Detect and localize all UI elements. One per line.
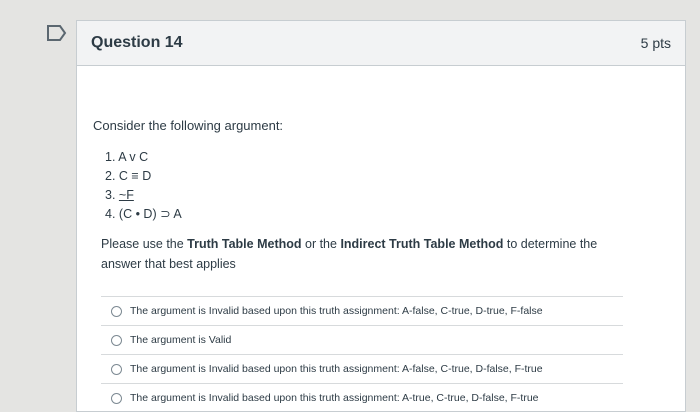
question-instructions: Please use the Truth Table Method or the… [101,234,621,274]
question-title: Question 14 [91,34,183,51]
premise-text: C ≡ D [118,169,152,183]
question-card: Question 14 5 pts Consider the following… [76,20,686,412]
premise-2: 2. C ≡ D [105,167,182,186]
premise-1: 1. A v C [105,148,182,167]
answer-option-3[interactable]: The argument is Invalid based upon this … [101,354,623,383]
premise-number: 3. [105,188,116,202]
radio-button[interactable] [111,334,122,346]
radio-button[interactable] [111,305,122,317]
premise-number: 1. [105,150,116,164]
answer-label: The argument is Valid [130,334,232,346]
instruction-bold-text: Truth Table Method [187,237,302,251]
premise-3: 3. ~F [105,186,182,205]
answer-label: The argument is Invalid based upon this … [130,392,539,404]
answer-option-1[interactable]: The argument is Invalid based upon this … [101,296,623,325]
premise-text: (C • D) ⊃ A [118,207,182,221]
question-intro: Consider the following argument: [93,118,284,133]
premise-text: ~F [118,188,134,202]
premise-list: 1. A v C 2. C ≡ D 3. ~F 4. (C • D) ⊃ A [105,148,182,224]
answer-label: The argument is Invalid based upon this … [130,363,543,375]
question-header: Question 14 5 pts [77,21,685,66]
radio-button[interactable] [111,392,122,404]
answer-option-2[interactable]: The argument is Valid [101,325,623,354]
premise-number: 2. [105,169,116,183]
flag-question-icon[interactable] [46,24,68,42]
answer-option-4[interactable]: The argument is Invalid based upon this … [101,383,623,412]
premise-number: 4. [105,207,116,221]
instruction-text: or the [301,237,341,251]
answer-label: The argument is Invalid based upon this … [130,305,543,317]
radio-button[interactable] [111,363,122,375]
instruction-text: Please use the [101,237,188,251]
premise-4: 4. (C • D) ⊃ A [105,205,182,224]
answer-list: The argument is Invalid based upon this … [101,296,623,412]
instruction-bold-text: Indirect Truth Table Method [340,237,504,251]
premise-text: A v C [118,150,149,164]
question-points: 5 pts [640,35,671,51]
